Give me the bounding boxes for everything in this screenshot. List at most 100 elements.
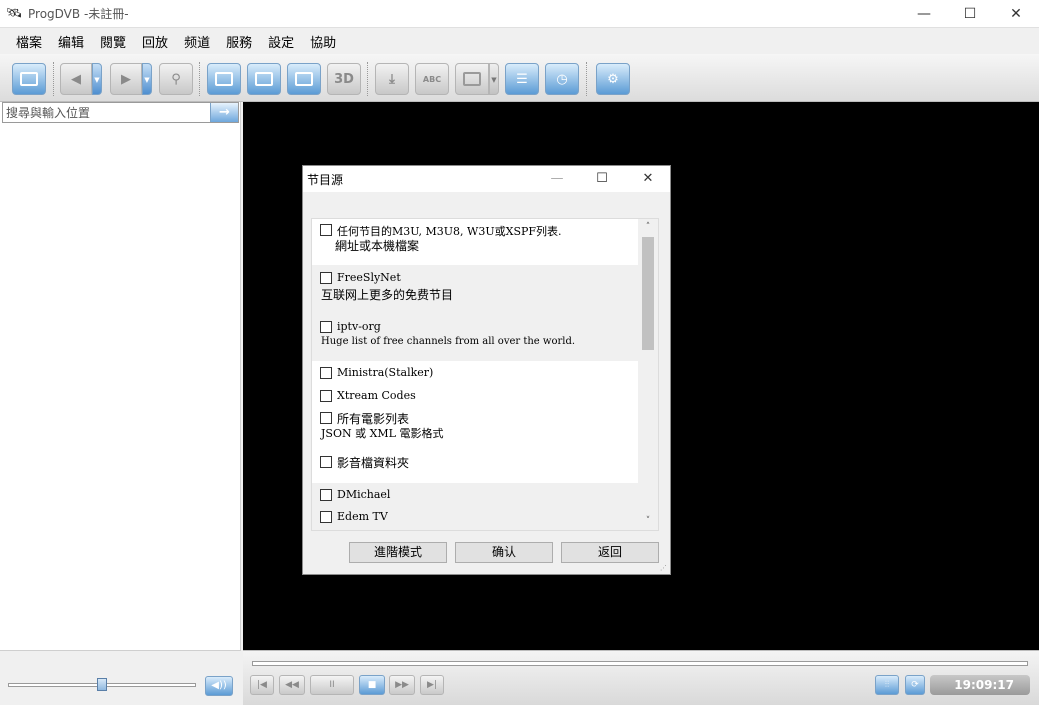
list-item[interactable]: Xtream Codes [312, 385, 638, 407]
ok-button[interactable]: 确认 [455, 542, 553, 563]
toolbar-separator [586, 62, 588, 96]
item-checkbox[interactable] [320, 412, 332, 424]
dialog-title-bar: 节目源 — ☐ ✕ [303, 166, 670, 192]
dialog-minimize-button[interactable]: — [534, 166, 580, 192]
subtitle-button[interactable]: ABC [415, 63, 449, 95]
scroll-down-button[interactable]: ˅ [638, 513, 658, 530]
search-input[interactable] [3, 103, 209, 122]
back-arrow-icon: ◀ [71, 71, 81, 87]
list-item[interactable]: 任何节目的M3U, M3U8, W3U或XSPF列表. 網址或本機檔案 [312, 219, 638, 265]
stop-button[interactable]: ■ [359, 675, 385, 695]
volume-slider-thumb[interactable] [97, 678, 107, 691]
list-item[interactable]: DMichael [312, 483, 638, 505]
volume-area: ◀)) [0, 650, 241, 705]
list-item[interactable]: 影音檔資料夾 [312, 450, 638, 482]
scheduler-button[interactable]: ◷ [545, 63, 579, 95]
teletext-dropdown[interactable]: ▼ [489, 63, 499, 95]
record-button[interactable]: ⤓ [375, 63, 409, 95]
search-box: → [2, 102, 239, 123]
seek-bar[interactable] [252, 661, 1028, 666]
fast-forward-button[interactable]: ▶▶ [389, 675, 415, 695]
epg-list-button[interactable]: ☰ [505, 63, 539, 95]
menu-playback[interactable]: 回放 [134, 32, 176, 51]
toolbar-separator [367, 62, 369, 96]
settings-button[interactable]: ⚙ [596, 63, 630, 95]
refresh-icon: ⟳ [911, 680, 919, 690]
menu-services[interactable]: 服務 [218, 32, 260, 51]
program-source-dialog: 节目源 — ☐ ✕ 任何节目的M3U, M3U8, W3U或XSPF列表. 網址… [302, 165, 671, 575]
volume-button[interactable]: ◀)) [205, 676, 233, 696]
gear-icon: ⚙ [607, 71, 619, 87]
list-item[interactable]: Ministra(Stalker) [312, 361, 638, 385]
advanced-mode-button[interactable]: 進階模式 [349, 542, 447, 563]
menu-view[interactable]: 閱覽 [92, 32, 134, 51]
prev-button[interactable]: |◀ [250, 675, 274, 695]
dialog-maximize-button[interactable]: ☐ [579, 166, 625, 192]
menu-bar: 檔案 编辑 閱覽 回放 频道 服務 設定 協助 [0, 28, 1039, 54]
speaker-icon: ◀)) [211, 680, 227, 691]
clock-display: 19:09:17 [930, 675, 1030, 695]
window-controls: — ☐ ✕ [901, 0, 1039, 28]
item-label: FreeSlyNet [337, 271, 401, 284]
grid-icon [295, 72, 313, 86]
menu-file[interactable]: 檔案 [8, 32, 50, 51]
fullscreen-icon [255, 72, 273, 86]
menu-help[interactable]: 協助 [302, 32, 344, 51]
item-checkbox[interactable] [320, 390, 332, 402]
list-item[interactable]: iptv-org Huge list of free channels from… [312, 315, 638, 361]
list-item[interactable]: 所有電影列表 JSON 或 XML 電影格式 [312, 407, 638, 450]
list-item[interactable]: FreeSlyNet 互联网上更多的免费节目 [312, 265, 638, 315]
toolbar: ◀ ▼ ▶ ▼ ⚲ 3D ⤓ ABC ▼ ☰ ◷ ⚙ [0, 54, 1039, 102]
list-item[interactable]: Edem TV [312, 505, 638, 530]
maximize-button[interactable]: ☐ [947, 0, 993, 28]
refresh-button[interactable]: ⟳ [905, 675, 925, 695]
item-checkbox[interactable] [320, 511, 332, 523]
search-button[interactable]: ⚲ [159, 63, 193, 95]
channel-list-button[interactable] [12, 63, 46, 95]
back-button[interactable]: ◀ [60, 63, 92, 95]
item-checkbox[interactable] [320, 321, 332, 333]
back-dropdown[interactable]: ▼ [92, 63, 102, 95]
menu-channels[interactable]: 频道 [176, 32, 218, 51]
channel-panel: → ◀)) [0, 102, 241, 705]
forward-button[interactable]: ▶ [110, 63, 142, 95]
pause-icon: II [329, 680, 335, 690]
stop-icon: ■ [367, 680, 377, 690]
list-icon: ☰ [516, 71, 528, 87]
item-description: JSON 或 XML 電影格式 [321, 427, 444, 440]
item-label: Xtream Codes [337, 389, 416, 402]
item-checkbox[interactable] [320, 367, 332, 379]
item-checkbox[interactable] [320, 456, 332, 468]
menu-edit[interactable]: 编辑 [50, 32, 92, 51]
close-button[interactable]: ✕ [993, 0, 1039, 28]
item-checkbox[interactable] [320, 224, 332, 236]
item-description: 網址或本機檔案 [335, 239, 420, 253]
teletext-button[interactable] [455, 63, 489, 95]
dialog-close-button[interactable]: ✕ [625, 166, 671, 192]
window-icon [215, 72, 233, 86]
title-bar: 🛰 ProgDVB -未註冊- — ☐ ✕ [0, 0, 1039, 28]
mosaic-button[interactable] [287, 63, 321, 95]
item-checkbox[interactable] [320, 489, 332, 501]
equalizer-button[interactable]: ⫶⫶ [875, 675, 899, 695]
3d-button[interactable]: 3D [327, 63, 361, 95]
scroll-thumb[interactable] [642, 237, 654, 350]
channel-list-icon [20, 72, 38, 86]
window-mode-button[interactable] [207, 63, 241, 95]
dialog-title: 节目源 [307, 173, 344, 187]
list-scrollbar[interactable]: ˄ ˅ [638, 219, 658, 530]
skip-back-icon: |◀ [257, 680, 267, 690]
pause-button[interactable]: II [310, 675, 354, 695]
item-checkbox[interactable] [320, 272, 332, 284]
forward-dropdown[interactable]: ▼ [142, 63, 152, 95]
scroll-up-button[interactable]: ˄ [638, 219, 658, 236]
search-go-button[interactable]: → [210, 103, 238, 122]
rewind-button[interactable]: ◀◀ [279, 675, 305, 695]
next-button[interactable]: ▶| [420, 675, 444, 695]
menu-settings[interactable]: 設定 [260, 32, 302, 51]
fast-forward-icon: ▶▶ [395, 680, 409, 690]
resize-grip[interactable]: ⋰ [660, 564, 668, 572]
minimize-button[interactable]: — [901, 0, 947, 28]
back-button[interactable]: 返回 [561, 542, 659, 563]
fullscreen-button[interactable] [247, 63, 281, 95]
